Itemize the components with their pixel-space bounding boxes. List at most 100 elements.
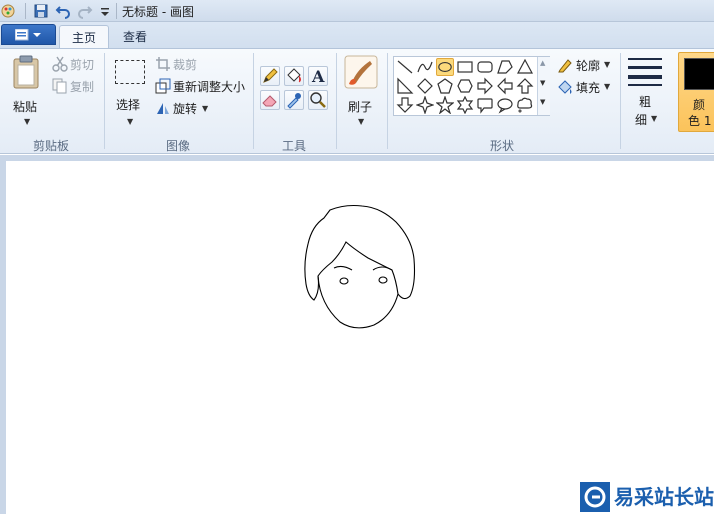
select-button[interactable]: 选择 ▼ xyxy=(110,53,150,127)
clipboard-group-label: 剪贴板 xyxy=(33,139,70,153)
resize-button[interactable]: 重新调整大小 xyxy=(173,78,245,95)
qat-separator xyxy=(25,3,26,19)
selection-rectangle-icon xyxy=(115,60,145,84)
magnifier-button[interactable] xyxy=(308,90,328,110)
chevron-down-icon: ▼ xyxy=(604,60,611,69)
text-button[interactable]: A xyxy=(308,66,328,86)
undo-icon[interactable] xyxy=(55,3,71,19)
window-title: 无标题 - 画图 xyxy=(122,5,194,19)
copy-icon xyxy=(52,78,67,94)
eraser-icon xyxy=(262,95,277,107)
scissors-icon xyxy=(52,56,68,72)
chevron-down-icon: ▼ xyxy=(127,117,134,126)
line-shape-icon[interactable] xyxy=(396,58,414,76)
watermark: 易采站长站 xyxy=(580,480,714,514)
paint-app-icon[interactable] xyxy=(0,3,16,19)
shapes-gallery-scrollbar[interactable]: ▲ ▼ ▼ xyxy=(537,57,550,115)
group-divider xyxy=(620,53,621,149)
color1-label-line2: 色 1 xyxy=(688,114,712,128)
scroll-down-icon[interactable]: ▼ xyxy=(540,79,545,87)
fill-button[interactable] xyxy=(284,66,304,86)
rectangle-shape-icon[interactable] xyxy=(456,58,474,76)
tab-view[interactable]: 查看 xyxy=(111,25,159,48)
chevron-down-icon: ▼ xyxy=(202,104,209,113)
group-divider xyxy=(387,53,388,149)
pentagon-shape-icon[interactable] xyxy=(436,77,454,95)
title-bar: 无标题 - 画图 xyxy=(0,0,714,22)
pencil-button[interactable] xyxy=(260,66,280,86)
rounded-rectangle-shape-icon[interactable] xyxy=(476,58,494,76)
select-label: 选择 xyxy=(116,98,141,112)
svg-text:A: A xyxy=(311,67,325,85)
size-label-line1: 粗 xyxy=(639,95,652,109)
color1-button[interactable]: 颜 色 1 xyxy=(678,52,714,132)
drawing-canvas[interactable] xyxy=(6,161,714,514)
paste-label: 粘贴 xyxy=(13,100,38,114)
crop-button[interactable]: 裁剪 xyxy=(173,56,197,73)
tab-home[interactable]: 主页 xyxy=(59,25,110,48)
right-arrow-shape-icon[interactable] xyxy=(476,77,494,95)
rotate-button[interactable]: 旋转 xyxy=(173,100,197,117)
fill-icon xyxy=(558,80,572,94)
file-menu-button[interactable] xyxy=(1,24,56,45)
down-arrow-shape-icon[interactable] xyxy=(396,96,414,114)
redo-icon[interactable] xyxy=(77,3,93,19)
qat-customize-icon[interactable] xyxy=(97,3,113,19)
watermark-logo-icon xyxy=(580,482,610,512)
menu-icon xyxy=(15,29,41,41)
magnifier-icon xyxy=(310,92,326,108)
diamond-shape-icon[interactable] xyxy=(416,77,434,95)
chevron-down-icon: ▼ xyxy=(24,117,31,126)
oval-callout-shape-icon[interactable] xyxy=(496,96,514,114)
shapes-group-label: 形状 xyxy=(490,139,515,153)
six-point-star-shape-icon[interactable] xyxy=(456,96,474,114)
paste-icon xyxy=(13,55,39,89)
four-point-star-shape-icon[interactable] xyxy=(416,96,434,114)
right-triangle-shape-icon[interactable] xyxy=(396,77,414,95)
up-arrow-shape-icon[interactable] xyxy=(516,77,534,95)
chevron-down-icon: ▼ xyxy=(358,117,365,126)
cloud-callout-shape-icon[interactable] xyxy=(516,96,534,114)
hexagon-shape-icon[interactable] xyxy=(456,77,474,95)
five-point-star-shape-icon[interactable] xyxy=(436,96,454,114)
outline-icon xyxy=(558,59,572,73)
save-icon[interactable] xyxy=(33,3,49,19)
workspace xyxy=(0,155,714,514)
oval-shape-icon[interactable] xyxy=(436,58,454,76)
brushes-button[interactable]: 刷子 ▼ xyxy=(340,53,382,127)
polygon-shape-icon[interactable] xyxy=(496,58,514,76)
group-divider xyxy=(253,53,254,149)
image-group-label: 图像 xyxy=(166,139,191,153)
eraser-button[interactable] xyxy=(260,90,280,110)
left-arrow-shape-icon[interactable] xyxy=(496,77,514,95)
triangle-shape-icon[interactable] xyxy=(516,58,534,76)
crop-icon xyxy=(156,57,170,71)
cut-button[interactable]: 剪切 xyxy=(70,56,94,73)
color1-swatch xyxy=(684,58,714,90)
line-thickness-icon xyxy=(628,58,662,86)
rounded-callout-shape-icon[interactable] xyxy=(476,96,494,114)
scroll-up-icon[interactable]: ▲ xyxy=(540,59,545,67)
face-drawing xyxy=(304,204,416,329)
rotate-icon xyxy=(157,103,169,114)
color1-label-line1: 颜 xyxy=(693,98,706,112)
fill-bucket-icon xyxy=(287,68,301,83)
outline-button[interactable]: 轮廓 xyxy=(576,57,600,74)
curve-shape-icon[interactable] xyxy=(416,58,434,76)
ribbon-tab-bar: 主页 查看 xyxy=(0,22,714,48)
chevron-down-icon: ▼ xyxy=(604,82,611,91)
fill-button[interactable]: 填充 xyxy=(576,79,600,96)
resize-icon xyxy=(155,78,171,94)
copy-button[interactable]: 复制 xyxy=(70,78,94,95)
tools-group-label: 工具 xyxy=(282,139,307,153)
size-button[interactable]: 粗 细 ▼ xyxy=(624,53,670,131)
brushes-label: 刷子 xyxy=(348,100,373,114)
color-picker-button[interactable] xyxy=(284,90,304,110)
color-picker-icon xyxy=(287,93,301,109)
pencil-icon xyxy=(263,68,278,83)
shapes-gallery: ▲ ▼ ▼ xyxy=(393,56,550,116)
qat-separator xyxy=(116,3,117,19)
watermark-text: 易采站长站 xyxy=(614,485,714,509)
gallery-expand-icon[interactable]: ▼ xyxy=(540,98,545,106)
paste-button[interactable]: 粘贴 ▼ xyxy=(6,53,44,127)
